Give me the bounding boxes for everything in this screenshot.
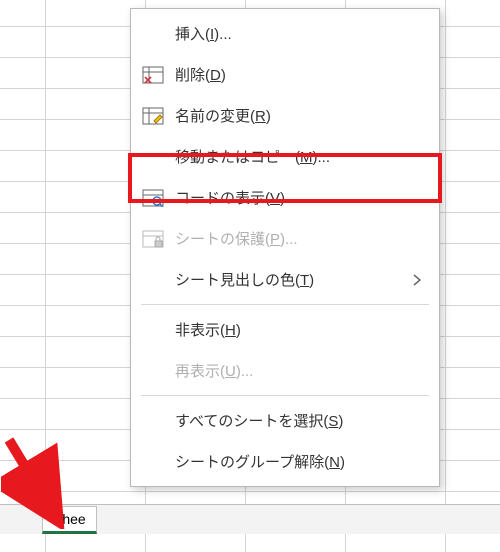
menu-item-tab-color[interactable]: シート見出しの色(T) xyxy=(131,259,439,300)
sheet-tab-bar: Shee xyxy=(0,504,500,534)
rename-icon xyxy=(139,104,167,128)
menu-item-insert[interactable]: 挿入(I)... xyxy=(131,13,439,54)
blank-icon xyxy=(139,145,167,169)
menu-label: 名前の変更(R) xyxy=(175,105,427,126)
menu-item-ungroup-sheets[interactable]: シートのグループ解除(N) xyxy=(131,441,439,482)
chevron-right-icon xyxy=(413,274,427,286)
menu-label: シート見出しの色(T) xyxy=(175,269,413,290)
menu-item-protect-sheet: シートの保護(P)... xyxy=(131,218,439,259)
blank-icon xyxy=(139,450,167,474)
menu-item-move-copy[interactable]: 移動またはコピー(M)... xyxy=(131,136,439,177)
menu-item-select-all-sheets[interactable]: すべてのシートを選択(S) xyxy=(131,400,439,441)
sheet-context-menu: 挿入(I)... 削除(D) 名前の変更(R) 移動またはコピー( xyxy=(130,8,440,487)
sheet-tab-active[interactable]: Shee xyxy=(42,506,97,534)
menu-item-delete[interactable]: 削除(D) xyxy=(131,54,439,95)
blank-icon xyxy=(139,409,167,433)
menu-label: すべてのシートを選択(S) xyxy=(175,410,427,431)
menu-separator xyxy=(141,395,429,396)
blank-icon xyxy=(139,22,167,46)
menu-item-hide[interactable]: 非表示(H) xyxy=(131,309,439,350)
blank-icon xyxy=(139,268,167,292)
menu-label: 非表示(H) xyxy=(175,319,427,340)
menu-label: シートの保護(P)... xyxy=(175,228,427,249)
menu-label: シートのグループ解除(N) xyxy=(175,451,427,472)
blank-icon xyxy=(139,359,167,383)
menu-item-rename[interactable]: 名前の変更(R) xyxy=(131,95,439,136)
delete-sheet-icon xyxy=(139,63,167,87)
menu-label: 挿入(I)... xyxy=(175,23,427,44)
view-code-icon xyxy=(139,186,167,210)
sheet-tab-label: Shee xyxy=(53,511,86,527)
menu-label: コードの表示(V) xyxy=(175,187,427,208)
menu-label: 再表示(U)... xyxy=(175,360,427,381)
menu-label: 移動またはコピー(M)... xyxy=(175,146,427,167)
blank-icon xyxy=(139,318,167,342)
menu-item-unhide: 再表示(U)... xyxy=(131,350,439,391)
protect-sheet-icon xyxy=(139,227,167,251)
menu-label: 削除(D) xyxy=(175,64,427,85)
menu-item-view-code[interactable]: コードの表示(V) xyxy=(131,177,439,218)
menu-separator xyxy=(141,304,429,305)
